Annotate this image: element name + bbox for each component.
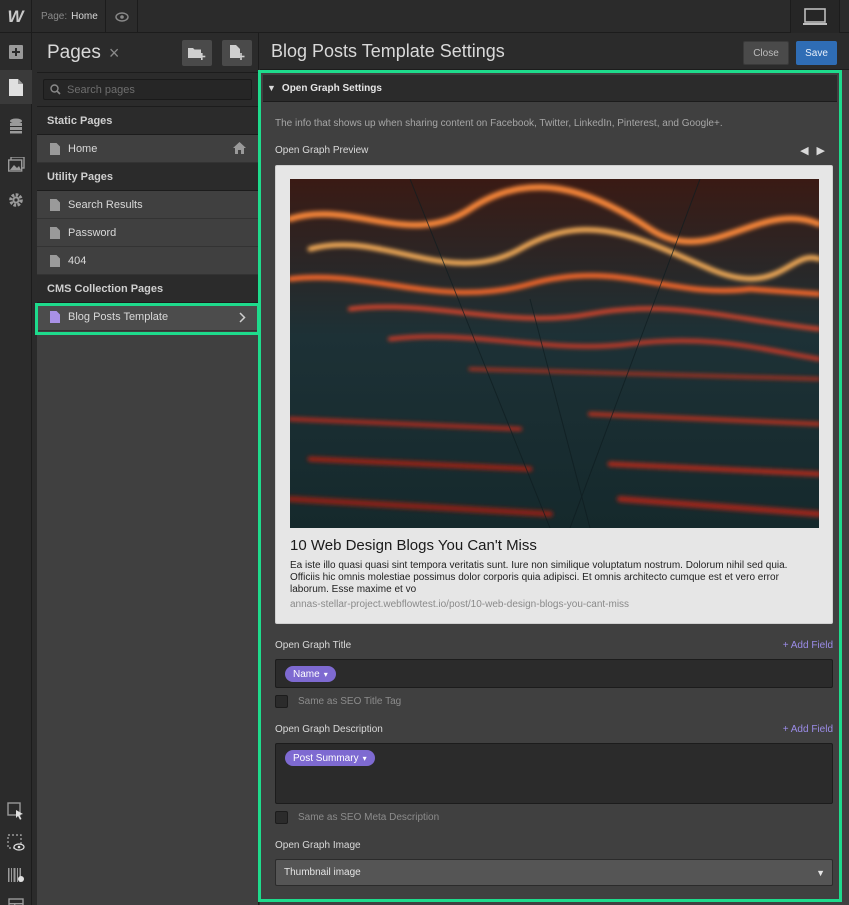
page-item-search-results[interactable]: Search Results bbox=[37, 191, 258, 219]
og-title-label-row: Open Graph Title + Add Field bbox=[275, 640, 833, 651]
og-description-label: Open Graph Description bbox=[275, 724, 383, 735]
page-icon bbox=[50, 142, 60, 155]
chevron-down-icon: ▾ bbox=[362, 753, 367, 763]
same-as-seo-meta-checkbox[interactable] bbox=[275, 811, 288, 824]
search-pages-input[interactable] bbox=[67, 83, 237, 96]
page-item-label: Search Results bbox=[68, 198, 143, 211]
webflow-logo-icon[interactable]: W bbox=[0, 0, 32, 33]
search-icon bbox=[50, 84, 61, 95]
navigator-layout-icon[interactable] bbox=[0, 888, 32, 905]
open-graph-description-text: The info that shows up when sharing cont… bbox=[275, 118, 723, 129]
folder-plus-icon bbox=[188, 48, 206, 60]
dropdown-caret-icon: ▼ bbox=[816, 868, 825, 878]
same-as-seo-title-checkbox[interactable] bbox=[275, 695, 288, 708]
page-item-label: Home bbox=[68, 142, 98, 155]
page-item-blog-posts-template[interactable]: Blog Posts Template bbox=[37, 303, 258, 331]
open-graph-section-title: Open Graph Settings bbox=[281, 82, 382, 94]
page-indicator-label: Page: bbox=[41, 11, 68, 22]
same-as-seo-meta-row[interactable]: Same as SEO Meta Description bbox=[275, 811, 833, 824]
page-icon bbox=[50, 254, 60, 267]
pages-icon[interactable] bbox=[0, 70, 32, 104]
pages-panel-header: Pages × bbox=[37, 33, 258, 73]
og-image-label-row: Open Graph Image bbox=[275, 840, 833, 851]
search-field bbox=[43, 79, 252, 100]
add-field-link[interactable]: + Add Field bbox=[783, 724, 833, 735]
page-item-home[interactable]: Home bbox=[37, 135, 258, 163]
page-indicator[interactable]: Page: Home bbox=[32, 0, 106, 33]
select-element-icon[interactable] bbox=[0, 794, 32, 828]
preview-toggle-icon[interactable] bbox=[0, 826, 32, 860]
search-bar bbox=[37, 73, 258, 107]
page-plus-icon bbox=[230, 45, 245, 60]
og-image-label: Open Graph Image bbox=[275, 840, 361, 851]
preview-eye-icon[interactable] bbox=[106, 0, 138, 33]
og-description-field[interactable]: Post Summary ▾ bbox=[275, 743, 833, 804]
preview-nav: ◀▶ bbox=[800, 144, 833, 157]
audit-barcode-icon[interactable] bbox=[0, 858, 32, 892]
og-image-selected-value: Thumbnail image bbox=[284, 867, 361, 878]
og-image-select[interactable]: Thumbnail image ▼ bbox=[275, 859, 833, 886]
section-static-pages: Static Pages bbox=[37, 107, 258, 135]
og-title-label: Open Graph Title bbox=[275, 640, 352, 651]
page-indicator-value: Home bbox=[71, 11, 98, 22]
home-icon bbox=[233, 142, 246, 154]
cms-page-icon bbox=[50, 310, 60, 323]
save-button[interactable]: Save bbox=[796, 41, 837, 65]
page-item-label: 404 bbox=[68, 254, 87, 267]
same-as-seo-meta-label: Same as SEO Meta Description bbox=[298, 812, 440, 823]
page-item-label: Blog Posts Template bbox=[68, 310, 169, 323]
preview-label: Open Graph Preview bbox=[275, 145, 369, 156]
page-item-label: Password bbox=[68, 226, 117, 239]
page-item-404[interactable]: 404 bbox=[37, 247, 258, 275]
pages-panel-title: Pages bbox=[47, 41, 101, 63]
assets-images-icon[interactable] bbox=[0, 147, 32, 181]
cms-database-icon[interactable] bbox=[0, 109, 32, 143]
same-as-seo-title-label: Same as SEO Title Tag bbox=[298, 696, 402, 707]
close-icon[interactable]: × bbox=[109, 44, 120, 62]
settings-gear-icon[interactable] bbox=[0, 183, 32, 217]
desktop-breakpoint-icon[interactable] bbox=[790, 0, 840, 33]
chevron-down-icon: ▾ bbox=[323, 669, 328, 679]
page-item-password[interactable]: Password bbox=[37, 219, 258, 247]
preview-title: 10 Web Design Blogs You Can't Miss bbox=[290, 537, 537, 554]
section-cms-collection-pages: CMS Collection Pages bbox=[37, 275, 258, 303]
add-elements-icon[interactable] bbox=[0, 35, 32, 69]
page-icon bbox=[50, 226, 60, 239]
close-button[interactable]: Close bbox=[743, 41, 789, 65]
section-utility-pages: Utility Pages bbox=[37, 163, 258, 191]
settings-header: Blog Posts Template Settings Close Save bbox=[260, 33, 849, 70]
add-folder-button[interactable] bbox=[182, 40, 212, 66]
chevron-right-icon bbox=[239, 312, 246, 323]
open-graph-section-header[interactable]: ▼ Open Graph Settings bbox=[263, 75, 837, 102]
caret-down-icon: ▼ bbox=[267, 83, 276, 93]
chip-label: Post Summary bbox=[293, 752, 359, 764]
add-page-button[interactable] bbox=[222, 40, 252, 66]
settings-title: Blog Posts Template Settings bbox=[271, 40, 505, 61]
preview-image bbox=[290, 179, 819, 528]
page-icon bbox=[50, 198, 60, 211]
open-graph-preview-card: 10 Web Design Blogs You Can't Miss Ea is… bbox=[275, 165, 833, 624]
arrow-left-icon[interactable]: ◀ bbox=[800, 145, 816, 157]
open-graph-section: ▼ Open Graph Settings The info that show… bbox=[263, 75, 837, 901]
pages-panel: Pages × Static Pages Home Utility Pages … bbox=[37, 33, 259, 905]
app-window: W Page: Home Pages × Search pages Static… bbox=[0, 0, 849, 905]
preview-text: Ea iste illo quasi quasi sint tempora ve… bbox=[290, 560, 788, 595]
og-description-label-row: Open Graph Description + Add Field bbox=[275, 724, 833, 735]
preview-url: annas-stellar-project.webflowtest.io/pos… bbox=[290, 599, 630, 610]
same-as-seo-title-row[interactable]: Same as SEO Title Tag bbox=[275, 695, 833, 708]
field-chip-name[interactable]: Name ▾ bbox=[285, 666, 336, 682]
chip-label: Name bbox=[293, 668, 320, 680]
field-chip-post-summary[interactable]: Post Summary ▾ bbox=[285, 750, 375, 766]
preview-label-row: Open Graph Preview ◀▶ bbox=[275, 144, 833, 157]
arrow-right-icon[interactable]: ▶ bbox=[817, 145, 833, 157]
add-field-link[interactable]: + Add Field bbox=[783, 640, 833, 651]
top-bar: W Page: Home bbox=[0, 0, 849, 33]
og-title-field[interactable]: Name ▾ bbox=[275, 659, 833, 688]
left-toolbar bbox=[0, 33, 32, 905]
